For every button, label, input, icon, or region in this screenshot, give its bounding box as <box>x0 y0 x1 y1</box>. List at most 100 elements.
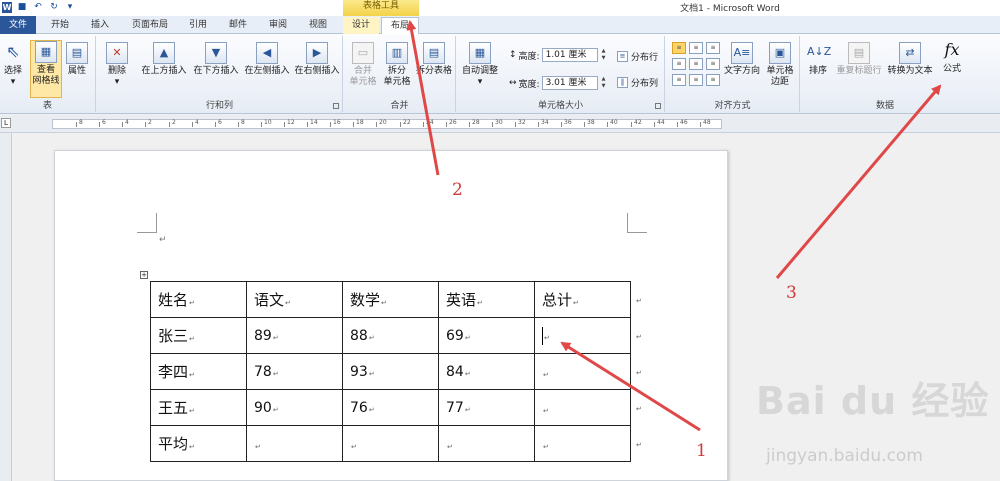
sort-label: 排序 <box>808 66 827 76</box>
table-cell-active[interactable]: ↵ <box>534 317 631 354</box>
tab-home[interactable]: 开始 <box>40 17 80 34</box>
table-cell[interactable]: 李四↵ <box>150 353 247 390</box>
table-cell[interactable]: 90↵ <box>246 389 343 426</box>
text-direction-button[interactable]: A≡ 文字方向 <box>722 42 762 77</box>
score-table[interactable]: 姓名↵ 语文↵ 数学↵ 英语↵ 总计↵ 张三↵ 89↵ 88↵ 69↵ ↵ 李四… <box>150 281 631 462</box>
align-top-center-icon[interactable]: ≡ <box>689 42 703 54</box>
save-icon[interactable]: ■ <box>16 2 28 13</box>
row-end-mark: ↵ <box>636 369 642 377</box>
align-bottom-left-icon[interactable]: ≡ <box>672 74 686 86</box>
align-middle-left-icon[interactable]: ≡ <box>672 58 686 70</box>
horizontal-ruler[interactable]: L 8 6 4 2 2 4 6 8 10 12 14 16 18 20 22 24 26 28 30 32 34 36 38… <box>0 115 1000 133</box>
repeat-header-rows-button[interactable]: ▤ 重复标题行 <box>833 42 885 77</box>
width-spinner-icon[interactable]: ▲ ▼ <box>600 76 608 90</box>
formula-button[interactable]: fx 公式 <box>937 40 967 75</box>
select-button[interactable]: ⇖ 选择 ▾ <box>2 42 24 88</box>
ruler-tick-label: 14 <box>310 119 318 126</box>
insert-above-button[interactable]: ▲ 在上方插入 <box>139 42 189 77</box>
distribute-columns-button[interactable]: ‖ 分布列 <box>617 76 658 89</box>
height-spinner-icon[interactable]: ▲ ▼ <box>600 48 608 62</box>
align-bottom-right-icon[interactable]: ≡ <box>706 74 720 86</box>
dialog-launcher-icon[interactable] <box>655 103 661 109</box>
table-cell[interactable]: 77↵ <box>438 389 535 426</box>
align-top-left-icon[interactable]: ≡ <box>672 42 686 54</box>
tab-file[interactable]: 文件 <box>0 16 36 34</box>
tab-review[interactable]: 审阅 <box>260 17 296 34</box>
ruler-tick <box>492 122 493 127</box>
split-table-button[interactable]: ▤ 拆分表格 <box>414 42 454 77</box>
tab-layout[interactable]: 布局 <box>381 17 419 35</box>
insert-below-button[interactable]: ▼ 在下方插入 <box>191 42 241 77</box>
dialog-launcher-icon[interactable] <box>333 103 339 109</box>
split-cells-button[interactable]: ▥ 拆分 单元格 <box>382 42 412 88</box>
vertical-ruler[interactable] <box>0 133 12 481</box>
table-header-cell[interactable]: 数学↵ <box>342 281 439 318</box>
ruler-track[interactable]: 8 6 4 2 2 4 6 8 10 12 14 16 18 20 22 24 26 28 30 32 34 36 38 40… <box>52 119 722 129</box>
tab-design[interactable]: 设计 <box>343 17 379 34</box>
table-cell[interactable]: 88↵ <box>342 317 439 354</box>
document-page[interactable]: ↵ 姓名↵ 语文↵ 数学↵ 英语↵ 总计↵ 张三↵ 89↵ 88↵ 69↵ ↵ … <box>54 150 728 481</box>
view-gridlines-label-2: 网格线 <box>32 76 60 86</box>
insert-left-label: 在左侧插入 <box>244 66 290 76</box>
insert-left-button[interactable]: ◀ 在左侧插入 <box>242 42 292 77</box>
baidu-jingyan-logo: Bai du 经验 <box>756 379 990 423</box>
row-height-field: ↕ 高度: 1.01 厘米 ▲ ▼ <box>509 48 608 62</box>
tab-references[interactable]: 引用 <box>180 17 216 34</box>
tab-insert[interactable]: 插入 <box>82 17 118 34</box>
table-cell[interactable]: 69↵ <box>438 317 535 354</box>
table-cell[interactable]: 84↵ <box>438 353 535 390</box>
table-header-cell[interactable]: 语文↵ <box>246 281 343 318</box>
table-cell[interactable]: ↵ <box>342 425 439 462</box>
cell-margins-button[interactable]: ▣ 单元格 边距 <box>762 42 798 88</box>
delete-button[interactable]: ✕ 删除 ▾ <box>103 42 131 88</box>
tab-view[interactable]: 视图 <box>300 17 336 34</box>
table-cell[interactable]: 张三↵ <box>150 317 247 354</box>
table-cell[interactable]: 89↵ <box>246 317 343 354</box>
tab-mailings[interactable]: 邮件 <box>220 17 256 34</box>
align-top-right-icon[interactable]: ≡ <box>706 42 720 54</box>
tab-page-layout[interactable]: 页面布局 <box>122 17 178 34</box>
view-gridlines-button[interactable]: ▦ 查看 网格线 <box>30 40 62 98</box>
table-cell[interactable]: 76↵ <box>342 389 439 426</box>
properties-button[interactable]: ▤ 属性 <box>64 42 90 77</box>
table-header-cell[interactable]: 英语↵ <box>438 281 535 318</box>
align-middle-center-icon[interactable]: ≡ <box>689 58 703 70</box>
table-cell[interactable]: ↵ <box>534 353 631 390</box>
ruler-tick <box>353 122 354 127</box>
table-cell[interactable]: ↵ <box>246 425 343 462</box>
sort-button[interactable]: A↓Z 排序 <box>803 42 833 77</box>
table-cell[interactable]: ↵ <box>534 389 631 426</box>
cell-text: 王五 <box>158 399 189 417</box>
table-cell[interactable]: 平均↵ <box>150 425 247 462</box>
cell-text: 张三 <box>158 327 189 345</box>
width-input[interactable]: 3.01 厘米 <box>541 76 598 90</box>
align-middle-right-icon[interactable]: ≡ <box>706 58 720 70</box>
ruler-tick <box>215 122 216 127</box>
table-header-cell[interactable]: 总计↵ <box>534 281 631 318</box>
table-cell[interactable]: ↵ <box>438 425 535 462</box>
table-cell[interactable]: ↵ <box>534 425 631 462</box>
merge-cells-button[interactable]: ▭ 合并 单元格 <box>348 42 378 88</box>
ruler-tick <box>515 122 516 127</box>
undo-icon[interactable]: ↶ <box>32 2 44 13</box>
autofit-button[interactable]: ▦ 自动调整 ▾ <box>459 42 501 88</box>
table-cell[interactable]: 王五↵ <box>150 389 247 426</box>
height-input[interactable]: 1.01 厘米 <box>541 48 598 62</box>
table-row: 张三↵ 89↵ 88↵ 69↵ ↵ <box>150 317 631 354</box>
distribute-rows-button[interactable]: ≡ 分布行 <box>617 50 658 63</box>
redo-icon[interactable]: ↻ <box>48 2 60 13</box>
customize-qat-icon[interactable]: ▾ <box>64 2 76 13</box>
repeat-header-label: 重复标题行 <box>836 66 882 76</box>
align-bottom-center-icon[interactable]: ≡ <box>689 74 703 86</box>
cell-text: 90 <box>254 399 272 416</box>
text-cursor <box>542 326 543 345</box>
insert-right-button[interactable]: ▶ 在右侧插入 <box>292 42 342 77</box>
ruler-tick-label: 38 <box>587 119 595 126</box>
table-header-cell[interactable]: 姓名↵ <box>150 281 247 318</box>
ruler-tick <box>330 122 331 127</box>
table-cell[interactable]: 93↵ <box>342 353 439 390</box>
tab-stop-selector-icon[interactable]: L <box>1 118 11 128</box>
table-move-handle-icon[interactable]: + <box>140 271 148 279</box>
table-cell[interactable]: 78↵ <box>246 353 343 390</box>
convert-to-text-button[interactable]: ⇄ 转换为文本 <box>885 42 935 77</box>
